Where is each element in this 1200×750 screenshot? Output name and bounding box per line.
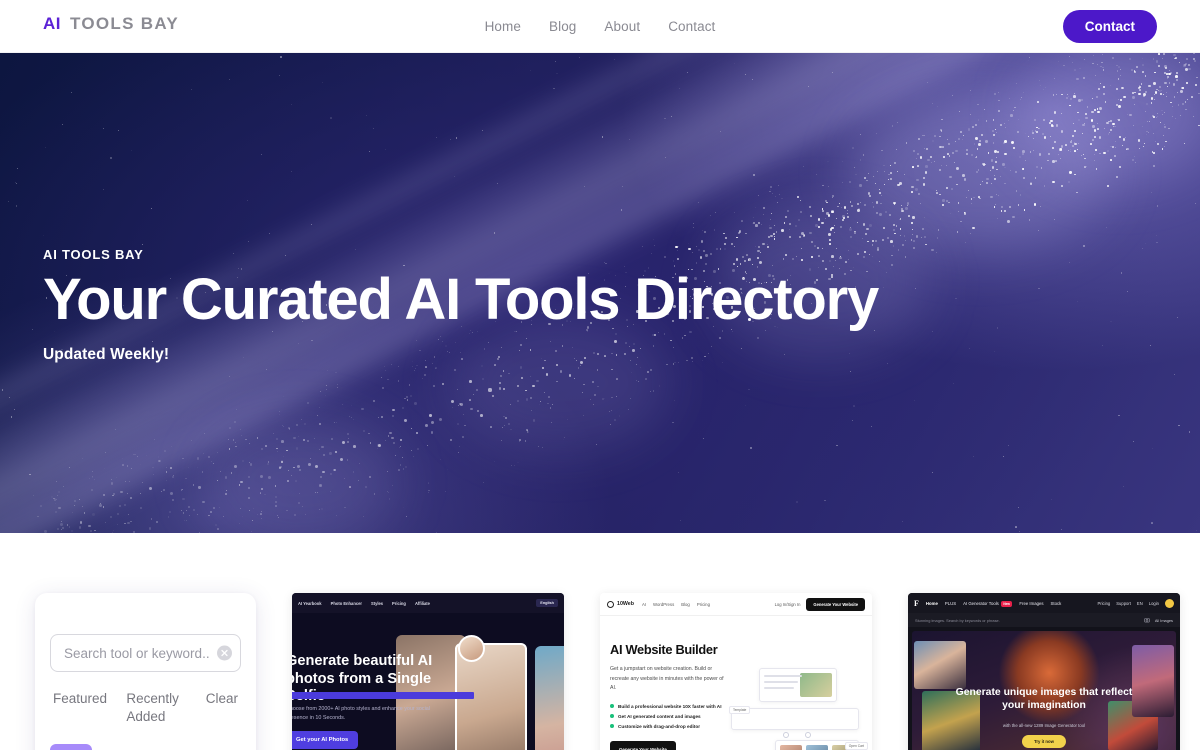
card3-search-placeholder: Stunning images. Search by keywords or p…	[915, 618, 1000, 623]
card3-hero-image: Generate unique images that reflect your…	[912, 631, 1176, 750]
card1-subtitle: Choose from 2000+ AI photo styles and en…	[292, 705, 446, 723]
illus-opencart-chip: Open Cart	[845, 742, 868, 750]
card1-language-chip: English	[536, 599, 558, 607]
card3-nav-home: Home	[926, 601, 938, 606]
hero-subtitle: Updated Weekly!	[43, 346, 878, 364]
card1-hero: Generate beautiful AI photos from a Sing…	[292, 613, 564, 750]
site-header: AI TOOLS BAY Home Blog About Contact Con…	[0, 0, 1200, 53]
search-wrap	[50, 634, 241, 672]
hero-eyebrow: AI TOOLS BAY	[43, 247, 878, 262]
card3-nav-plus: PLUS	[945, 601, 956, 606]
filter-links: Featured Recently Added Clear	[50, 690, 241, 726]
camera-icon	[1144, 617, 1150, 623]
card3-nav-login: Login	[1149, 601, 1159, 606]
card2-bullet-2-text: Get AI generated content and images	[618, 714, 701, 719]
card2-login-link: Log In/Sign In	[775, 602, 801, 607]
card3-side-image-1	[914, 641, 966, 689]
card2-cta-button: Generate Your Website	[610, 741, 676, 750]
illus-template-chip: Template	[729, 706, 750, 714]
filter-clear[interactable]: Clear	[206, 690, 238, 726]
tool-card-ai-photo[interactable]: AI Yearbook Photo Enhancer Styles Pricin…	[292, 593, 564, 750]
hero-content: AI TOOLS BAY Your Curated AI Tools Direc…	[43, 247, 878, 364]
card2-nav-right: Log In/Sign In Generate Your Website	[775, 598, 865, 611]
illus-box-bar	[731, 708, 859, 730]
contact-button[interactable]: Contact	[1063, 10, 1157, 43]
card3-nav-support: Support	[1116, 601, 1131, 606]
card2-body: AI Website Builder Get a jumpstart on we…	[600, 616, 872, 750]
card1-nav-affiliate: Affiliate	[415, 601, 430, 606]
card3-cta-button: Try it now	[1022, 735, 1066, 748]
main-navigation: Home Blog About Contact	[0, 19, 1200, 34]
card1-photo-right	[535, 646, 564, 750]
card1-topnav: AI Yearbook Photo Enhancer Styles Pricin…	[292, 593, 564, 613]
hero-banner: AI TOOLS BAY Your Curated AI Tools Direc…	[0, 53, 1200, 533]
card3-searchbar: Stunning images. Search by keywords or p…	[908, 613, 1180, 627]
card3-all-images: All Images	[1155, 618, 1173, 623]
tools-section: Featured Recently Added Clear AI Yearboo…	[0, 533, 1200, 750]
search-input[interactable]	[50, 634, 241, 672]
nav-item-about[interactable]: About	[604, 19, 640, 34]
check-dot-icon	[610, 724, 614, 728]
new-badge: New	[1001, 601, 1013, 607]
card3-nav-right: Pricing Support EN Login	[1097, 599, 1174, 608]
card3-topnav: F Home PLUS AI Generator Tools New Free I…	[908, 593, 1180, 613]
card3-title: Generate unique images that reflect your…	[912, 687, 1176, 712]
search-filter-card: Featured Recently Added Clear	[35, 593, 256, 750]
check-dot-icon	[610, 704, 614, 708]
card2-nav-button: Generate Your Website	[806, 598, 865, 611]
card2-nav-wordpress: WordPress	[653, 602, 674, 607]
card3-nav-freeimages: Free Images	[1019, 601, 1043, 606]
clear-circle-icon[interactable]	[217, 646, 232, 661]
card2-bullet-3-text: Customize with drag-and-drop editor	[618, 724, 700, 729]
card2-subtitle: Get a jumpstart on website creation. Bui…	[610, 665, 730, 694]
card3-nav-lang: EN	[1137, 601, 1143, 606]
illus-box-editor	[759, 668, 837, 702]
filter-featured[interactable]: Featured	[53, 690, 107, 726]
card2-brand: 10Web	[607, 601, 634, 608]
filter-recently-added[interactable]: Recently Added	[126, 690, 186, 726]
card1-nav-yearbook: AI Yearbook	[298, 601, 322, 606]
card2-nav: AI WordPress Blog Pricing	[642, 602, 710, 607]
nav-item-blog[interactable]: Blog	[549, 19, 576, 34]
nav-item-contact[interactable]: Contact	[668, 19, 715, 34]
card2-title: AI Website Builder	[610, 642, 872, 657]
card2-nav-blog: Blog	[681, 602, 690, 607]
illus-thumb	[800, 673, 832, 697]
nav-item-home[interactable]: Home	[485, 19, 521, 34]
card2-brand-text: 10Web	[617, 601, 634, 607]
card2-nav-ai: AI	[642, 602, 646, 607]
card1-nav-enhancer: Photo Enhancer	[331, 601, 362, 606]
freepik-logo-icon: F	[914, 599, 919, 608]
tools-row: Featured Recently Added Clear AI Yearboo…	[0, 593, 1200, 750]
card2-topnav: 10Web AI WordPress Blog Pricing Log In/S…	[600, 593, 872, 616]
card3-search-right: All Images	[1144, 617, 1173, 623]
card1-title-underline	[292, 692, 474, 699]
hero-title: Your Curated AI Tools Directory	[43, 270, 878, 329]
tool-card-image-generator[interactable]: F Home PLUS AI Generator Tools New Free I…	[908, 593, 1180, 750]
card2-illustration: Powered by WordPress Open Cart Template	[731, 668, 866, 750]
card1-nav-styles: Styles	[371, 601, 383, 606]
check-dot-icon	[610, 714, 614, 718]
card3-subtitle: with the all-new 1289 Image Generator to…	[912, 723, 1176, 728]
card3-nav-aitools: AI Generator Tools New	[963, 601, 1012, 606]
card3-nav-pricing: Pricing	[1097, 601, 1110, 606]
card1-cta-button: Get your AI Photos	[292, 731, 358, 749]
tenweb-logo-icon	[607, 601, 614, 608]
card1-nav-pricing: Pricing	[392, 601, 406, 606]
card2-nav-pricing: Pricing	[697, 602, 710, 607]
tool-card-website-builder[interactable]: 10Web AI WordPress Blog Pricing Log In/S…	[600, 593, 872, 750]
category-tag-pill[interactable]	[50, 744, 92, 750]
card3-nav-stock: Stock	[1051, 601, 1062, 606]
card2-bullet-1-text: Build a professional website 10X faster …	[618, 704, 722, 709]
card3-avatar	[1165, 599, 1174, 608]
